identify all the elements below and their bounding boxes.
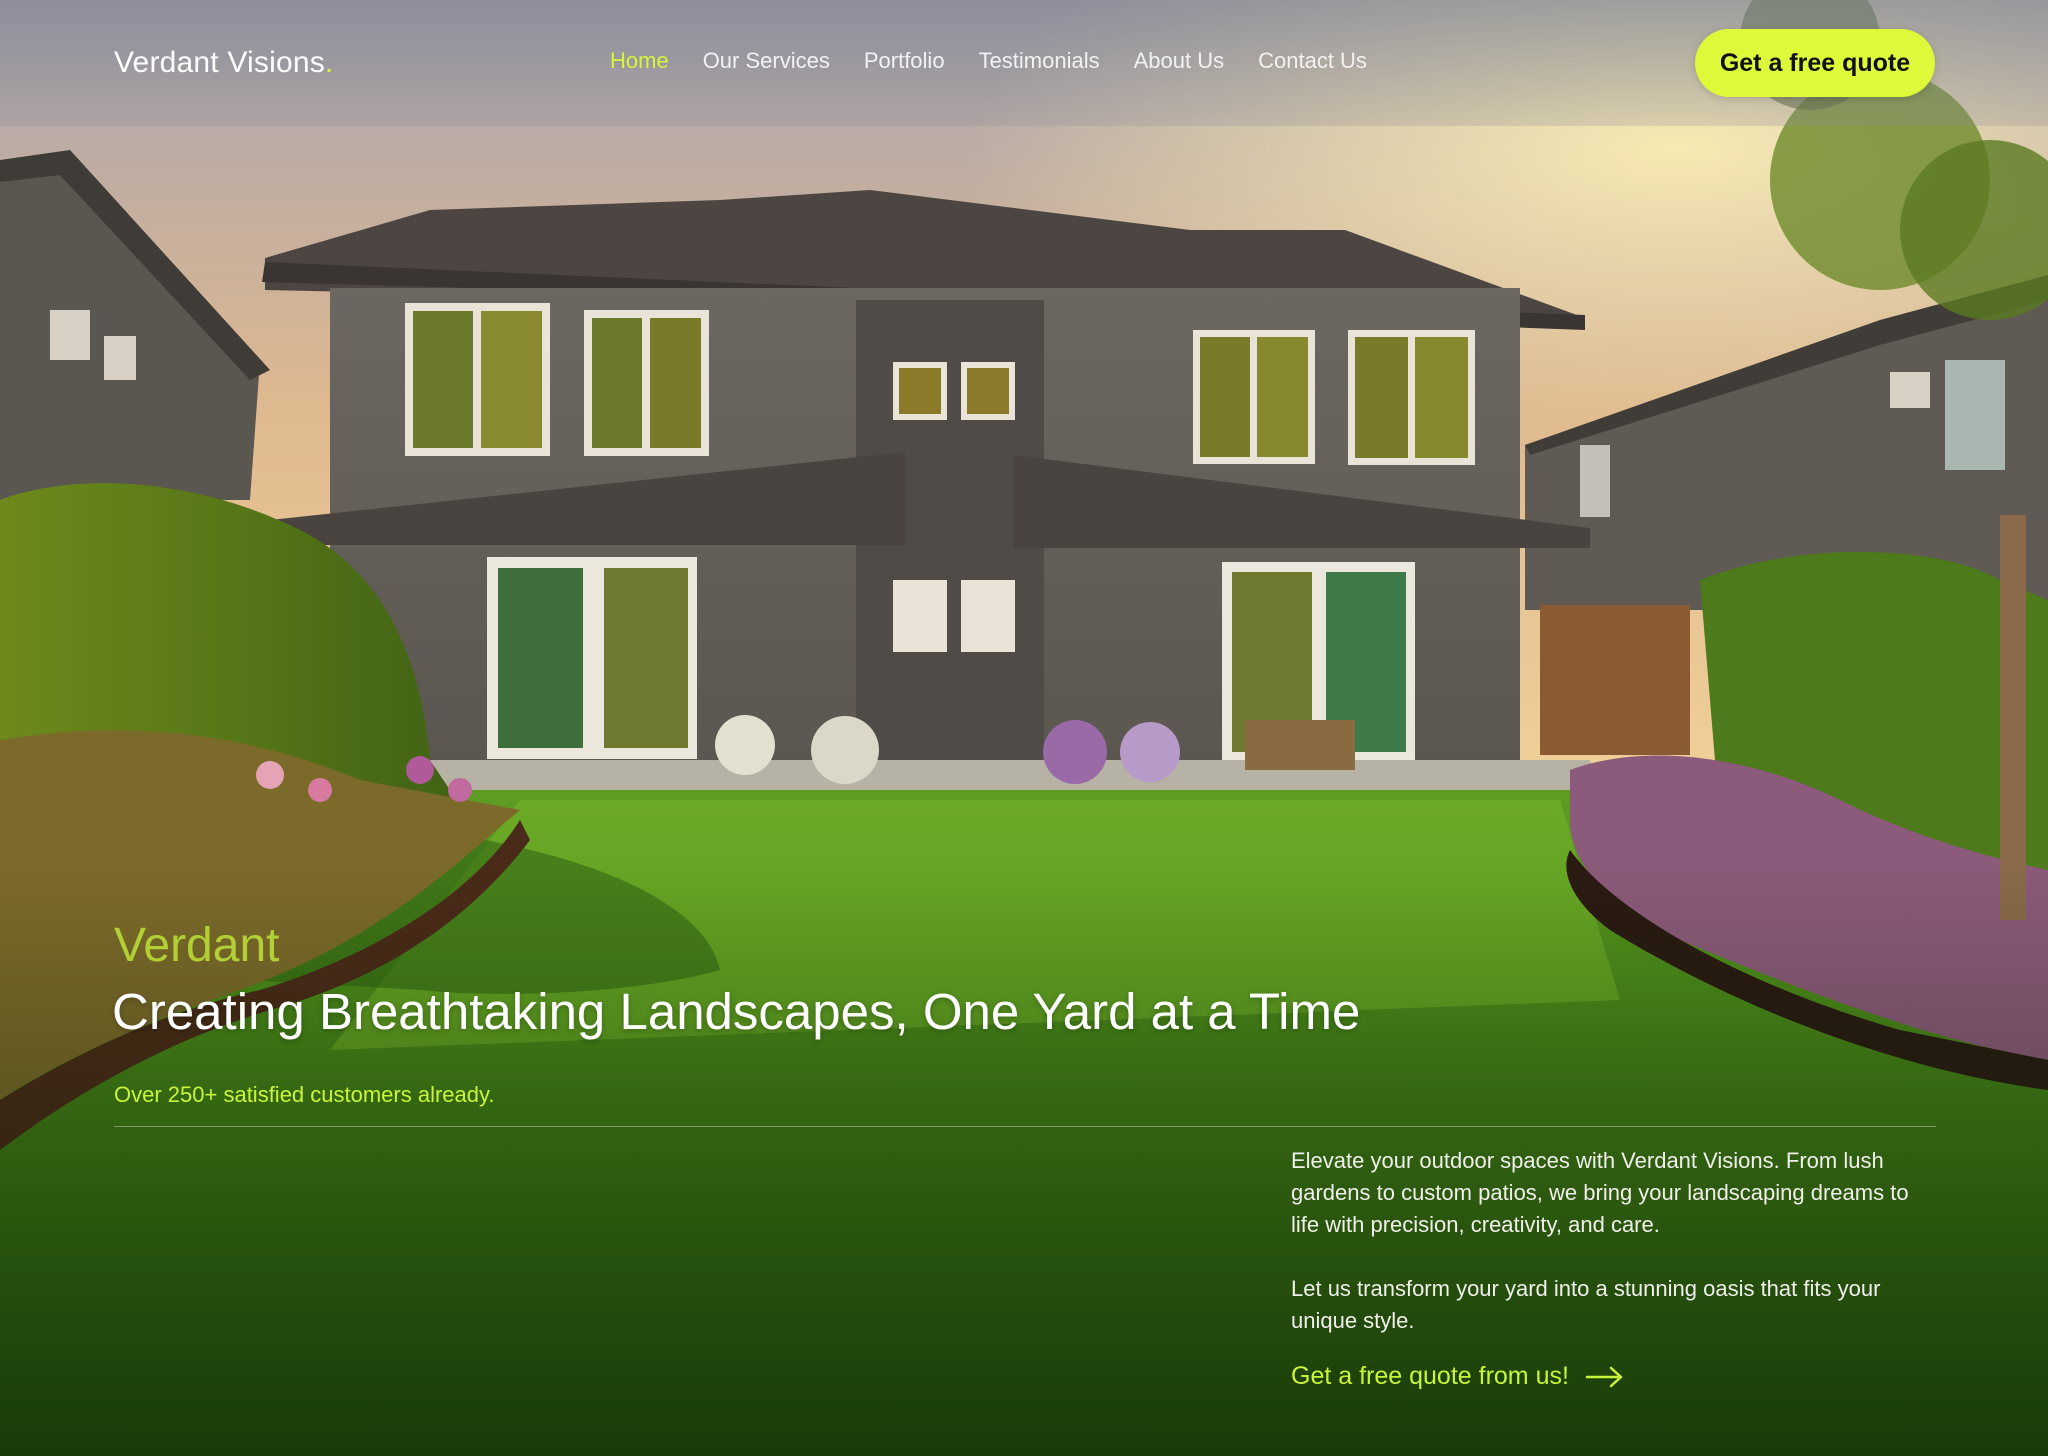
site-header: Verdant Visions. Home Our Services Portf… bbox=[0, 0, 2048, 126]
hero-description: Elevate your outdoor spaces with Verdant… bbox=[1291, 1148, 1909, 1237]
hero-headline: Creating Breathtaking Landscapes, One Ya… bbox=[112, 983, 1361, 1040]
hero-eyebrow: Verdant bbox=[114, 919, 280, 972]
nav-item-our-services[interactable]: Our Services bbox=[703, 48, 830, 74]
hero-divider bbox=[114, 1126, 1936, 1127]
free-quote-link-label: Get a free quote from us! bbox=[1291, 1362, 1569, 1390]
brand-logo[interactable]: Verdant Visions. bbox=[114, 46, 333, 80]
nav-item-portfolio[interactable]: Portfolio bbox=[864, 48, 945, 74]
main-nav: Home Our Services Portfolio Testimonials… bbox=[610, 48, 1367, 74]
nav-item-about-us[interactable]: About Us bbox=[1134, 48, 1225, 74]
get-free-quote-button[interactable]: Get a free quote bbox=[1695, 29, 1935, 97]
nav-item-home[interactable]: Home bbox=[610, 48, 669, 74]
hero-description-secondary: Let us transform your yard into a stunni… bbox=[1291, 1276, 1881, 1333]
brand-dot: . bbox=[324, 46, 334, 79]
nav-item-testimonials[interactable]: Testimonials bbox=[979, 48, 1100, 74]
arrow-right-icon bbox=[1585, 1366, 1623, 1387]
brand-name: Verdant Visions bbox=[114, 46, 325, 79]
nav-item-contact-us[interactable]: Contact Us bbox=[1258, 48, 1367, 74]
hero-customer-count: Over 250+ satisfied customers already. bbox=[114, 1082, 495, 1107]
free-quote-link[interactable]: Get a free quote from us! bbox=[1291, 1362, 1625, 1391]
